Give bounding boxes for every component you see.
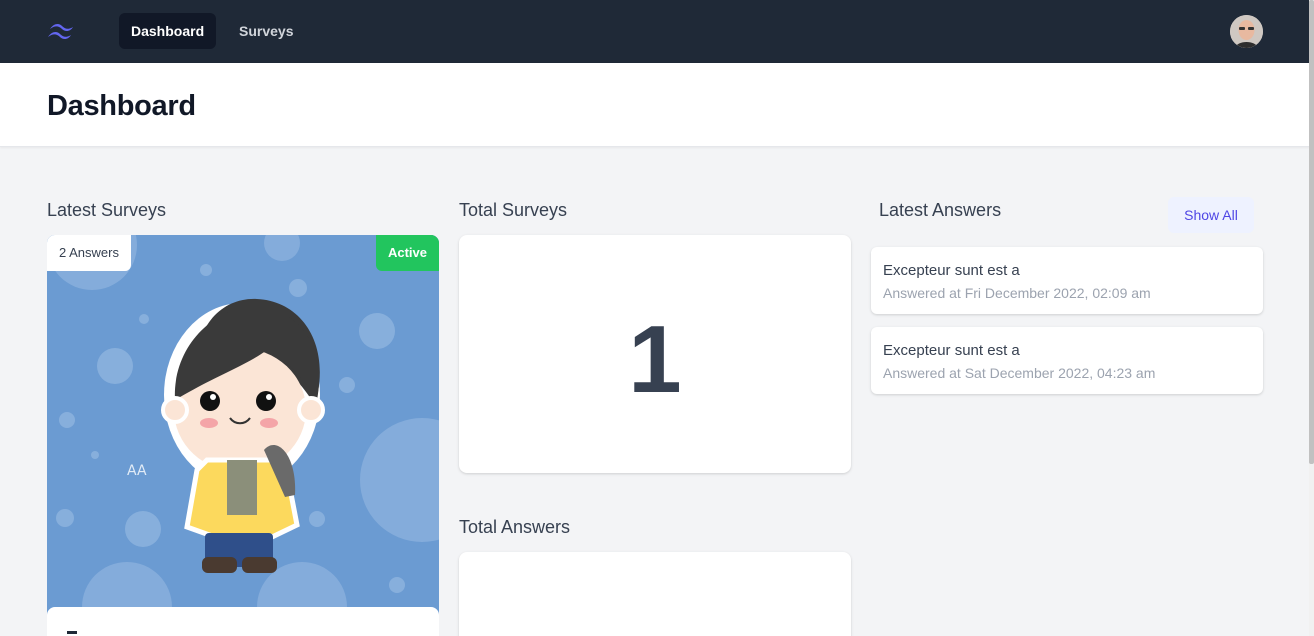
total-surveys-card: 1: [459, 235, 851, 473]
total-surveys-title: Total Surveys: [459, 200, 568, 220]
answer-date: Answered at Sat December 2022, 04:23 am: [883, 365, 1156, 381]
answer-list-item[interactable]: Excepteur sunt est a Answered at Fri Dec…: [871, 247, 1263, 314]
status-badge: Active: [375, 235, 439, 271]
answer-list-item[interactable]: Excepteur sunt est a Answered at Sat Dec…: [871, 327, 1263, 394]
page-title: Dashboard: [47, 90, 196, 122]
page-header: Dashboard: [0, 63, 1310, 147]
survey-card-footer: [47, 607, 439, 636]
page-scrollbar-thumb[interactable]: [1309, 0, 1314, 464]
answer-date: Answered at Fri December 2022, 02:09 am: [883, 285, 1151, 301]
answer-survey-title: Excepteur sunt est a: [883, 262, 1020, 279]
survey-cover-image: AA: [47, 235, 439, 607]
show-all-button[interactable]: Show All: [1168, 197, 1254, 233]
answers-count-badge: 2 Answers: [47, 235, 131, 271]
answer-survey-title: Excepteur sunt est a: [883, 342, 1020, 359]
top-navbar: Dashboard Surveys: [0, 0, 1310, 63]
user-avatar-image: [1230, 15, 1263, 48]
survey-card-footer-mark: [67, 631, 77, 634]
total-surveys-value: 1: [628, 306, 682, 413]
latest-answers-title: Latest Answers: [879, 200, 1002, 220]
user-avatar[interactable]: [1230, 15, 1263, 48]
nav-dashboard-link[interactable]: Dashboard: [119, 13, 217, 49]
tailwind-logo-icon[interactable]: [46, 20, 80, 42]
latest-surveys-title: Latest Surveys: [47, 200, 167, 220]
latest-survey-card[interactable]: AA 2 Answers Active: [47, 235, 439, 636]
svg-text:AA: AA: [127, 463, 147, 479]
nav-surveys-link[interactable]: Surveys: [227, 13, 305, 49]
total-answers-title: Total Answers: [459, 517, 571, 537]
total-answers-card: [459, 552, 851, 636]
